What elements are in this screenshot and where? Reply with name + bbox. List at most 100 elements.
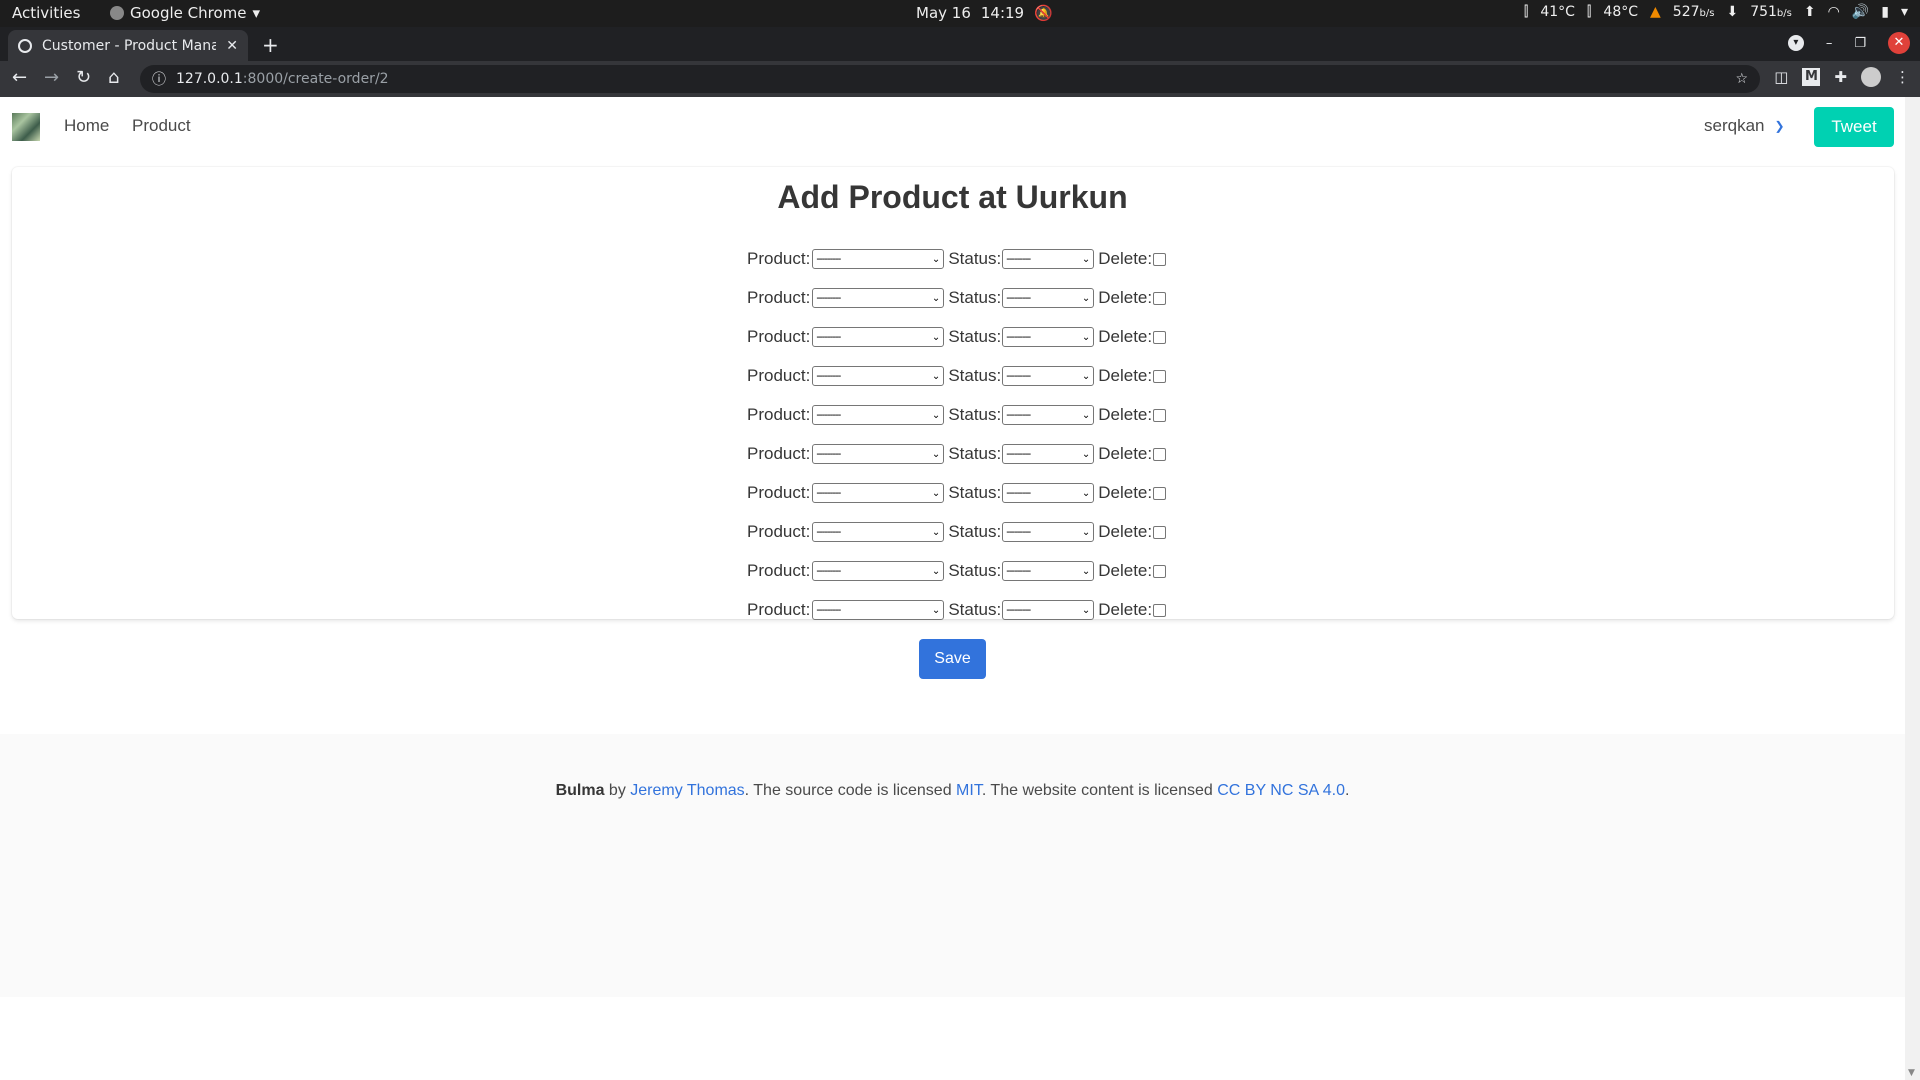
product-select[interactable]: --------- ⌄ [812, 522, 945, 542]
product-select[interactable]: --------- ⌄ [812, 444, 945, 464]
globe-icon [18, 38, 32, 53]
more-menu-icon[interactable]: ⋮ [1895, 68, 1910, 86]
scroll-down-icon[interactable]: ▼ [1908, 1068, 1915, 1078]
form-row: Product: --------- ⌄ Status: --------- ⌄ Delet… [747, 286, 1167, 310]
page-title: Add Product at Uurkun [777, 179, 1128, 215]
nav-product[interactable]: Product [132, 116, 191, 136]
status-select-value: --------- [1006, 487, 1031, 499]
product-label: Product: [747, 366, 811, 385]
username: serqkan [1704, 116, 1765, 135]
status-select[interactable]: --------- ⌄ [1002, 366, 1095, 386]
temperature-gpu: 48°C [1603, 4, 1638, 20]
product-label: Product: [747, 600, 811, 619]
page-scrollbar[interactable]: ▼ [1905, 97, 1920, 1080]
activities-button[interactable]: Activities [12, 4, 80, 22]
reload-icon[interactable]: ↻ [76, 67, 91, 88]
footer-text-1: . The source code is licensed [744, 782, 957, 799]
close-icon[interactable]: ✕ [226, 38, 238, 54]
bookmark-star-icon[interactable]: ☆ [1735, 71, 1748, 87]
status-label: Status: [948, 522, 1002, 541]
m-extension-icon[interactable]: M [1802, 68, 1821, 86]
product-select[interactable]: --------- ⌄ [812, 366, 945, 386]
tweet-button[interactable]: Tweet [1814, 107, 1894, 147]
product-label: Product: [747, 561, 811, 580]
clock[interactable]: May 16 14:19 🔕 [916, 4, 1053, 22]
status-select[interactable]: --------- ⌄ [1002, 600, 1095, 620]
delete-checkbox[interactable] [1153, 369, 1167, 383]
delete-label: Delete: [1098, 522, 1153, 541]
delete-checkbox[interactable] [1153, 408, 1167, 422]
delete-checkbox[interactable] [1153, 603, 1167, 617]
footer-text-2: . The website content is licensed [981, 782, 1218, 799]
extensions-area: ◫ M ✚ ⋮ [1774, 67, 1910, 87]
delete-checkbox[interactable] [1153, 330, 1167, 344]
system-tray[interactable]: ⫿ 41°C ⫿ 48°C ▲ 527b/s ⬇ 751b/s ⬆ ◠ 🔊 ▮ … [1524, 4, 1908, 20]
nav-home[interactable]: Home [64, 116, 109, 136]
status-select[interactable]: --------- ⌄ [1002, 288, 1095, 308]
restore-icon[interactable]: ❐ [1854, 36, 1866, 51]
tab-search-icon[interactable]: ▾ [1787, 35, 1804, 51]
address-bar[interactable]: ⓘ 127.0.0.1:8000/create-order/2 ☆ [140, 65, 1760, 93]
forward-icon[interactable]: → [44, 67, 59, 88]
status-select[interactable]: --------- ⌄ [1002, 483, 1095, 503]
chevron-down-icon: ⌄ [1081, 253, 1091, 265]
product-label: Product: [747, 327, 811, 346]
status-select[interactable]: --------- ⌄ [1002, 249, 1095, 269]
status-label: Status: [948, 288, 1002, 307]
arrow-up-icon: ⬆ [1803, 4, 1816, 20]
form-row: Product: --------- ⌄ Status: --------- ⌄ Delet… [747, 559, 1167, 583]
minimize-icon[interactable]: – [1826, 36, 1833, 51]
status-label: Status: [948, 600, 1002, 619]
url-host: 127.0.0.1 [176, 71, 243, 87]
product-select[interactable]: --------- ⌄ [812, 405, 945, 425]
status-select[interactable]: --------- ⌄ [1002, 405, 1095, 425]
delete-label: Delete: [1098, 444, 1153, 463]
status-select-value: --------- [1006, 409, 1031, 421]
close-window-icon[interactable]: ✕ [1888, 32, 1910, 54]
footer-mit-link[interactable]: MIT [956, 782, 982, 799]
info-icon[interactable]: ⓘ [152, 69, 166, 89]
reader-mode-icon[interactable]: ◫ [1774, 68, 1788, 86]
product-select[interactable]: --------- ⌄ [812, 600, 945, 620]
chevron-down-icon: ⌄ [931, 409, 941, 421]
temperature-cpu: 41°C [1540, 4, 1575, 20]
product-select[interactable]: --------- ⌄ [812, 483, 945, 503]
delete-label: Delete: [1098, 600, 1153, 619]
puzzle-icon[interactable]: ✚ [1834, 68, 1847, 86]
product-label: Product: [747, 522, 811, 541]
brand-logo[interactable] [12, 113, 40, 141]
save-button[interactable]: Save [919, 639, 986, 679]
status-label: Status: [948, 444, 1002, 463]
status-select-value: --------- [1006, 526, 1031, 538]
product-select[interactable]: --------- ⌄ [812, 288, 945, 308]
footer-author-link[interactable]: Jeremy Thomas [630, 782, 744, 799]
delete-checkbox[interactable] [1153, 252, 1167, 266]
new-tab-icon[interactable]: + [262, 33, 279, 57]
delete-checkbox[interactable] [1153, 447, 1167, 461]
footer-cc-link[interactable]: CC BY NC SA 4.0 [1217, 782, 1345, 799]
home-icon[interactable]: ⌂ [108, 67, 119, 88]
volume-icon: 🔊 [1851, 4, 1870, 20]
battery-icon: ▮ [1881, 4, 1889, 20]
product-select[interactable]: --------- ⌄ [812, 561, 945, 581]
status-select[interactable]: --------- ⌄ [1002, 561, 1095, 581]
profile-avatar-icon[interactable] [1861, 67, 1881, 87]
browser-tab[interactable]: Customer - Product Mana ✕ [8, 30, 248, 61]
status-select[interactable]: --------- ⌄ [1002, 522, 1095, 542]
chevron-down-icon: ⌄ [1081, 331, 1091, 343]
user-dropdown[interactable]: serqkan ❯ [1704, 116, 1785, 136]
chevron-down-icon: ⌄ [931, 526, 941, 538]
delete-checkbox[interactable] [1153, 486, 1167, 500]
footer-text-3: . [1344, 782, 1350, 799]
delete-checkbox[interactable] [1153, 525, 1167, 539]
product-select[interactable]: --------- ⌄ [812, 249, 945, 269]
delete-checkbox[interactable] [1153, 291, 1167, 305]
product-select[interactable]: --------- ⌄ [812, 327, 945, 347]
app-menu[interactable]: Google Chrome ▾ [110, 4, 260, 22]
delete-checkbox[interactable] [1153, 564, 1167, 578]
status-select-value: --------- [1006, 448, 1031, 460]
back-icon[interactable]: ← [12, 67, 27, 88]
status-select[interactable]: --------- ⌄ [1002, 327, 1095, 347]
status-select[interactable]: --------- ⌄ [1002, 444, 1095, 464]
browser-toolbar: ← → ↻ ⌂ ⓘ 127.0.0.1:8000/create-order/2 … [0, 61, 1920, 97]
